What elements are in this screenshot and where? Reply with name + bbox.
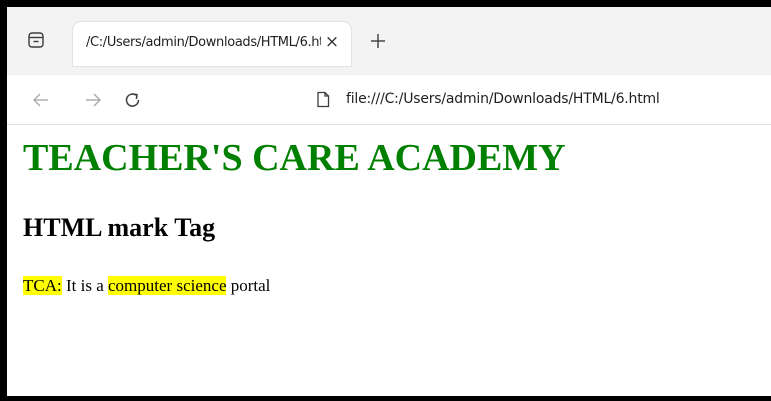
- url-text: file:///C:/Users/admin/Downloads/HTML/6.…: [346, 91, 660, 107]
- page-heading: TEACHER'S CARE ACADEMY: [23, 137, 566, 179]
- tab-actions-icon[interactable]: [27, 31, 45, 49]
- paragraph-text: portal: [226, 276, 271, 295]
- plus-icon[interactable]: [368, 31, 388, 51]
- reload-icon[interactable]: [123, 91, 143, 109]
- arrow-left-icon[interactable]: [31, 91, 51, 109]
- page-icon[interactable]: [316, 91, 330, 108]
- close-icon[interactable]: ×: [324, 34, 340, 51]
- browser-tab[interactable]: /C:/Users/admin/Downloads/HTML/6.html ×: [73, 22, 351, 66]
- paragraph-text: It is a: [61, 276, 109, 295]
- page-subheading: HTML mark Tag: [23, 213, 216, 242]
- address-bar[interactable]: file:///C:/Users/admin/Downloads/HTML/6.…: [310, 88, 771, 112]
- tab-strip: /C:/Users/admin/Downloads/HTML/6.html ×: [7, 7, 771, 75]
- paragraph: TCA: It is a computer science portal: [23, 276, 270, 296]
- highlighted-text: TCA:: [23, 276, 62, 295]
- page-content: TEACHER'S CARE ACADEMY HTML mark Tag TCA…: [7, 125, 771, 396]
- browser-window: /C:/Users/admin/Downloads/HTML/6.html ×: [7, 7, 771, 396]
- tab-title: /C:/Users/admin/Downloads/HTML/6.html: [86, 35, 321, 50]
- highlighted-text: computer science: [108, 276, 227, 295]
- toolbar: file:///C:/Users/admin/Downloads/HTML/6.…: [7, 75, 771, 125]
- arrow-right-icon[interactable]: [83, 91, 103, 109]
